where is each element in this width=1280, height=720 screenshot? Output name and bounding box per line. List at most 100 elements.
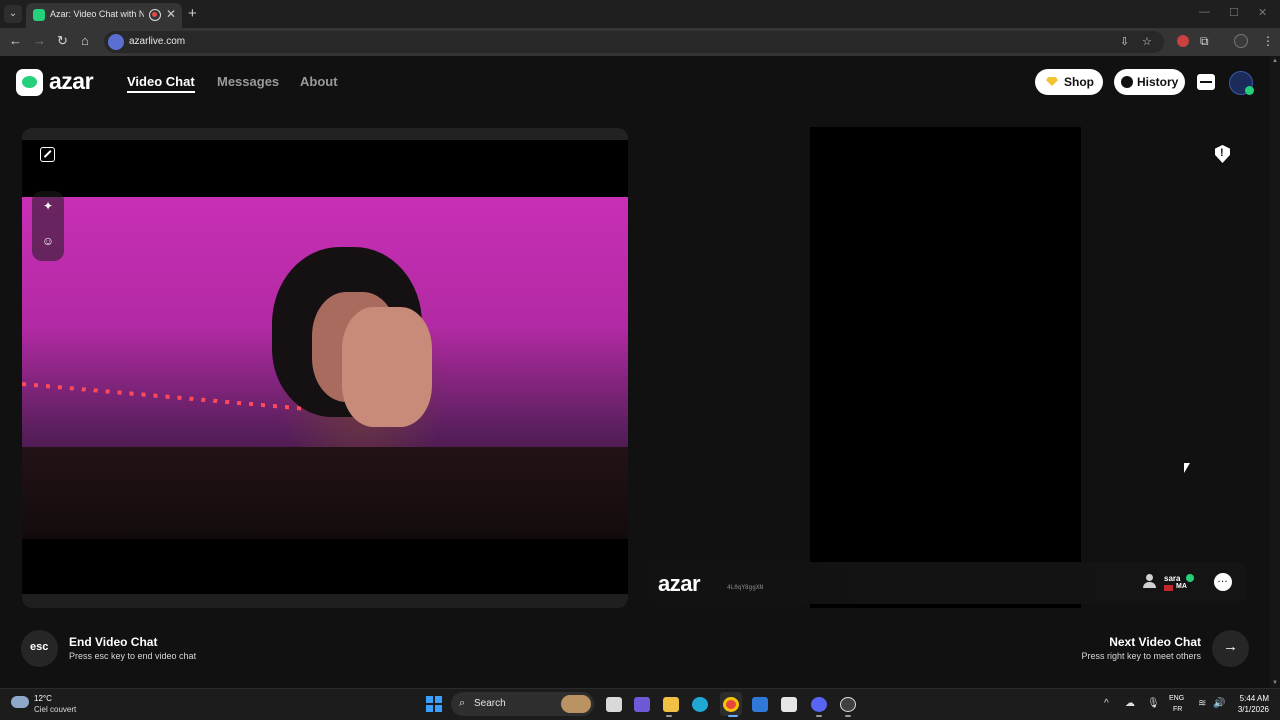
azar-logo[interactable]: azar xyxy=(49,68,94,95)
mouse-cursor-icon xyxy=(1184,463,1190,473)
peer-name[interactable]: sara xyxy=(1164,574,1180,583)
file-explorer-icon[interactable] xyxy=(663,697,679,712)
nav-messages[interactable]: Messages xyxy=(217,74,279,89)
tab-search-icon[interactable]: ⌄ xyxy=(4,5,22,23)
magic-wand-icon[interactable]: ✦ xyxy=(41,199,55,213)
weather-description[interactable]: Ciel couvert xyxy=(34,705,76,714)
person-hand xyxy=(342,307,432,427)
forward-icon[interactable]: → xyxy=(33,33,46,48)
close-window-button[interactable]: ✕ xyxy=(1258,6,1267,19)
video-tools: ✦ ☺ xyxy=(32,191,64,261)
active-indicator xyxy=(728,715,738,717)
history-button[interactable]: History xyxy=(1114,69,1185,95)
remote-video-feed xyxy=(810,127,1081,608)
language-primary[interactable]: ENG xyxy=(1169,695,1184,702)
site-info-icon[interactable] xyxy=(108,34,124,50)
scroll-down-icon[interactable]: ▼ xyxy=(1272,680,1278,686)
windows-start-icon[interactable] xyxy=(426,696,442,712)
scroll-up-icon[interactable]: ▲ xyxy=(1272,58,1278,64)
search-icon: ⌕ xyxy=(459,697,466,709)
widgets-app-icon[interactable] xyxy=(634,697,650,712)
steam-app-icon[interactable] xyxy=(840,697,856,712)
end-chat-title: End Video Chat xyxy=(69,635,158,649)
local-video-panel xyxy=(22,128,628,608)
audio-recording-icon[interactable] xyxy=(149,9,161,21)
chat-message-icon[interactable] xyxy=(1214,573,1232,591)
maximize-button[interactable]: ☐ xyxy=(1229,6,1239,19)
shop-label: Shop xyxy=(1064,75,1094,89)
clock-icon xyxy=(1121,76,1133,88)
address-bar: ← → ↻ ⌂ azarlive.com ⇩ ☆ ⧉ ⋮ xyxy=(0,28,1280,56)
inbox-icon[interactable] xyxy=(1197,74,1215,90)
search-highlight-icon xyxy=(561,695,591,713)
end-chat-hint: Press esc key to end video chat xyxy=(69,651,197,661)
clock-date[interactable]: 3/1/2026 xyxy=(1238,705,1269,714)
task-view-icon[interactable] xyxy=(606,697,622,712)
edge-browser-icon[interactable] xyxy=(692,697,708,712)
reload-icon[interactable]: ↻ xyxy=(57,33,68,49)
end-chat-button[interactable]: esc xyxy=(21,630,58,667)
url-text[interactable]: azarlive.com xyxy=(129,36,185,47)
extensions-icon[interactable]: ⧉ xyxy=(1200,34,1209,49)
browser-menu-icon[interactable]: ⋮ xyxy=(1262,34,1274,48)
back-icon[interactable]: ← xyxy=(9,33,22,48)
store-app-icon[interactable] xyxy=(781,697,797,712)
person-body xyxy=(22,447,628,539)
language-secondary[interactable]: FR xyxy=(1173,706,1182,713)
shop-button[interactable]: Shop xyxy=(1035,69,1103,95)
volume-icon[interactable]: 🔊 xyxy=(1213,698,1225,709)
next-chat-button[interactable]: → xyxy=(1212,630,1249,667)
local-video-top-edge xyxy=(22,128,628,140)
nav-video-chat[interactable]: Video Chat xyxy=(127,74,195,89)
taskbar-search[interactable]: ⌕ Search xyxy=(451,692,594,716)
microphone-icon[interactable]: 🎙 xyxy=(1147,698,1160,709)
bookmark-star-icon[interactable]: ☆ xyxy=(1142,35,1152,48)
local-camera-feed xyxy=(22,197,628,539)
wifi-icon[interactable]: ≋ xyxy=(1198,698,1206,709)
nav-about[interactable]: About xyxy=(300,74,338,89)
country-flag-icon xyxy=(1164,585,1173,591)
running-indicator xyxy=(845,715,851,717)
running-indicator xyxy=(666,715,672,717)
expand-icon[interactable] xyxy=(40,147,55,162)
led-light-strip xyxy=(22,382,322,413)
remote-info-bar xyxy=(646,562,1246,604)
online-badge-icon xyxy=(1245,86,1254,95)
minimize-button[interactable]: — xyxy=(1199,6,1210,18)
peer-country: MA xyxy=(1176,583,1187,590)
browser-tab[interactable]: Azar: Video Chat with New Pe ✕ xyxy=(26,3,182,28)
url-field[interactable]: azarlive.com ⇩ ☆ xyxy=(104,31,1164,53)
tab-close-icon[interactable]: ✕ xyxy=(166,7,176,21)
next-chat-title: Next Video Chat xyxy=(1109,635,1201,649)
running-indicator xyxy=(816,715,822,717)
discord-app-icon[interactable] xyxy=(811,697,827,712)
gem-icon xyxy=(1046,77,1058,86)
history-label: History xyxy=(1137,75,1179,89)
tray-overflow-chevron-icon[interactable]: ^ xyxy=(1104,698,1109,709)
extension-badge-icon[interactable] xyxy=(1177,35,1189,47)
clock-time[interactable]: 5:44 AM xyxy=(1240,694,1269,703)
onedrive-cloud-icon[interactable]: ☁ xyxy=(1125,698,1135,709)
azar-watermark: azar xyxy=(658,571,701,596)
tab-title: Azar: Video Chat with New Pe xyxy=(50,9,144,19)
home-icon[interactable]: ⌂ xyxy=(81,33,89,48)
azar-favicon-icon xyxy=(33,9,45,21)
mail-app-icon[interactable] xyxy=(752,697,768,712)
face-effects-icon[interactable]: ☺ xyxy=(41,234,55,248)
esc-label: esc xyxy=(30,641,49,653)
search-label: Search xyxy=(474,698,506,709)
new-tab-button[interactable]: + xyxy=(188,5,197,22)
chrome-browser-icon[interactable] xyxy=(723,697,739,712)
arrow-right-icon: → xyxy=(1223,638,1238,655)
nav-active-underline xyxy=(127,91,195,93)
azar-logo-icon[interactable] xyxy=(16,69,43,96)
weather-temperature[interactable]: 12°C xyxy=(34,694,52,703)
install-app-icon[interactable]: ⇩ xyxy=(1120,35,1129,48)
verified-badge-icon xyxy=(1186,574,1194,582)
browser-tab-bar: ⌄ Azar: Video Chat with New Pe ✕ + — ☐ ✕ xyxy=(0,0,1280,28)
page-scrollbar[interactable] xyxy=(1270,56,1280,688)
user-profile-icon[interactable] xyxy=(1143,574,1156,588)
browser-profile-icon[interactable] xyxy=(1234,34,1248,48)
local-video-bottom-edge xyxy=(22,594,628,608)
cloud-weather-icon[interactable] xyxy=(11,696,29,708)
